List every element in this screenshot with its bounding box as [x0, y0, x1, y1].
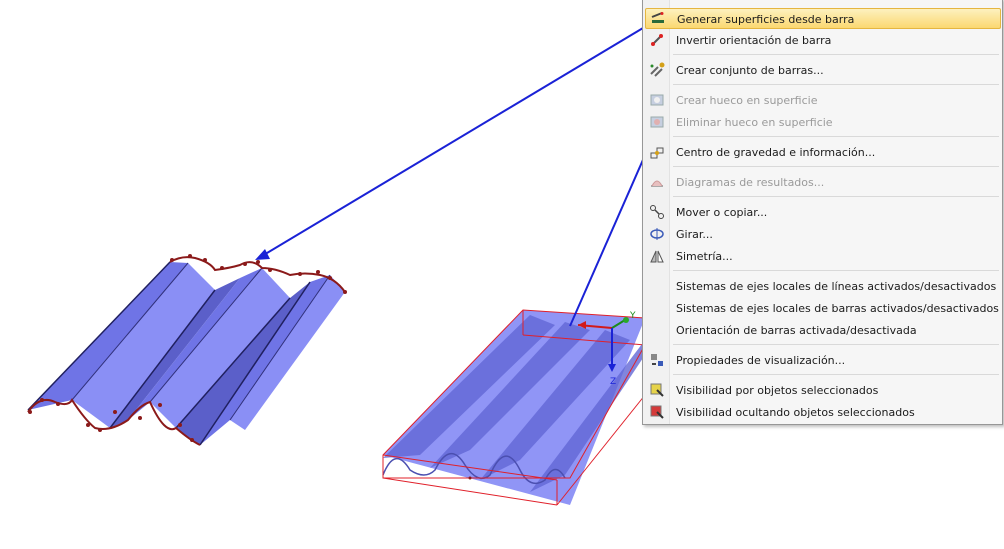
move-copy-icon	[650, 205, 664, 219]
result-diagram-icon	[651, 180, 663, 187]
menu-item-generate-surfaces[interactable]: Generar superficies desde barra	[645, 8, 1001, 29]
create-hole-icon	[650, 94, 664, 106]
mirror-icon	[650, 250, 664, 263]
beam-set-icon	[650, 62, 665, 77]
menu-item-create-hole[interactable]: Crear hueco en superficie	[645, 90, 1001, 111]
left-surface-model[interactable]	[27, 254, 347, 446]
axis-y-label: Y	[629, 311, 636, 321]
menu-separator	[673, 196, 999, 197]
delete-hole-icon	[650, 116, 664, 128]
menu-separator	[673, 84, 999, 85]
menu-separator	[673, 270, 999, 271]
context-menu: Generar superficies desde barra Invertir…	[642, 0, 1003, 425]
menu-separator	[673, 166, 999, 167]
menu-item-invert-beam[interactable]: Invertir orientación de barra	[645, 30, 1001, 51]
beam-to-surface-icon	[651, 12, 664, 23]
menu-item-line-local-axes-toggle[interactable]: Sistemas de ejes locales de líneas activ…	[645, 276, 1001, 297]
menu-item-delete-hole[interactable]: Eliminar hueco en superficie	[645, 112, 1001, 133]
menu-separator	[673, 54, 999, 55]
menu-item-move-copy[interactable]: Mover o copiar...	[645, 202, 1001, 223]
right-sheet-model[interactable]: Y Z	[382, 309, 646, 506]
menu-item-visibility-hide-selected[interactable]: Visibilidad ocultando objetos selecciona…	[645, 402, 1001, 423]
menu-item-rotate[interactable]: Girar...	[645, 224, 1001, 245]
menu-item-mirror[interactable]: Simetría...	[645, 246, 1001, 267]
menu-item-beam-local-axes-toggle[interactable]: Sistemas de ejes locales de barras activ…	[645, 298, 1001, 319]
menu-item-visibility-selected[interactable]: Visibilidad por objetos seleccionados	[645, 380, 1001, 401]
display-properties-icon	[651, 354, 663, 366]
visibility-selected-icon	[650, 383, 664, 397]
menu-separator	[673, 136, 999, 137]
rotate-icon	[650, 228, 664, 240]
menu-item-create-beam-set[interactable]: Crear conjunto de barras...	[645, 60, 1001, 81]
menu-separator	[673, 374, 999, 375]
axis-z-label: Z	[610, 377, 616, 387]
menu-item-center-of-gravity[interactable]: Centro de gravedad e información...	[645, 142, 1001, 163]
menu-separator	[673, 344, 999, 345]
menu-item-display-properties[interactable]: Propiedades de visualización...	[645, 350, 1001, 371]
center-of-gravity-icon	[650, 147, 664, 159]
visibility-hide-selected-icon	[650, 405, 664, 419]
menu-item-beam-orientation-toggle[interactable]: Orientación de barras activada/desactiva…	[645, 320, 1001, 341]
invert-beam-icon	[651, 34, 663, 46]
menu-item-result-diagrams[interactable]: Diagramas de resultados...	[645, 172, 1001, 193]
